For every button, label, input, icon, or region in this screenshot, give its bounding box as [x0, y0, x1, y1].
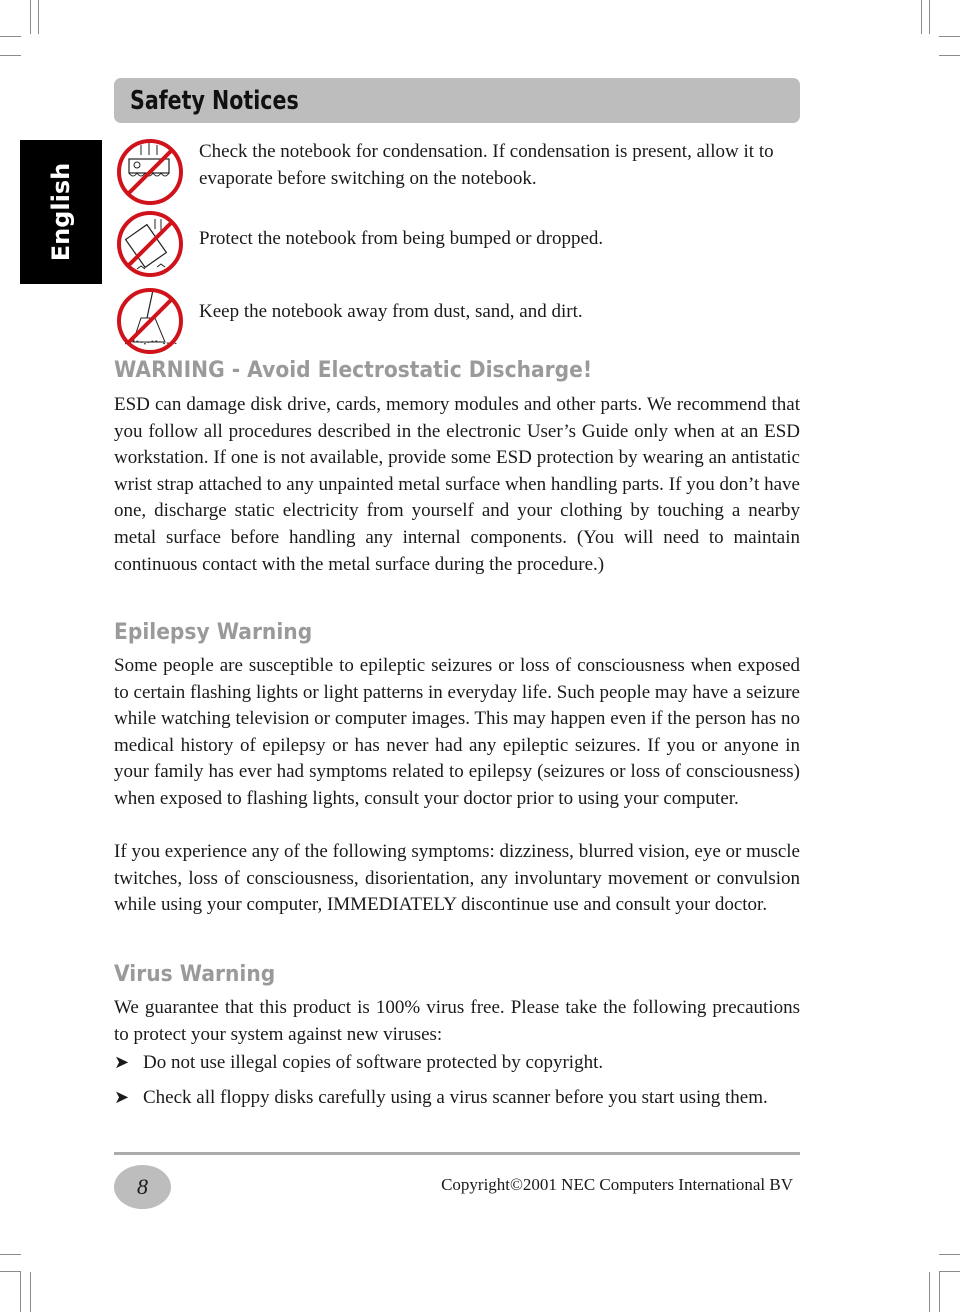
list-item: ➤ Do not use illegal copies of software … [114, 1049, 800, 1076]
bullet-text: Do not use illegal copies of software pr… [143, 1052, 604, 1073]
no-condensation-icon [117, 139, 183, 205]
esd-heading: WARNING - Avoid Electrostatic Discharge! [114, 358, 593, 383]
crop-mark [929, 1272, 930, 1312]
crop-mark [939, 1271, 960, 1272]
language-tab: English [20, 140, 102, 284]
epilepsy-paragraph-1: Some people are susceptible to epileptic… [114, 655, 800, 809]
crop-mark [939, 36, 960, 37]
crop-mark [30, 1272, 31, 1312]
epilepsy-paragraph-2: If you experience any of the following s… [114, 841, 800, 916]
crop-mark [929, 0, 930, 34]
page-number: 8 [114, 1165, 171, 1209]
notice-condensation: Check the notebook for condensation. If … [199, 141, 774, 189]
crop-mark [939, 1272, 940, 1312]
arrow-bullet-icon: ➤ [114, 1052, 130, 1072]
list-item: ➤ Check all floppy disks carefully using… [114, 1084, 800, 1111]
virus-heading: Virus Warning [114, 962, 276, 987]
bullet-text: Check all floppy disks carefully using a… [143, 1087, 768, 1108]
crop-mark [939, 55, 960, 56]
crop-mark [0, 1254, 21, 1255]
crop-mark [0, 36, 21, 37]
language-tab-label: English [47, 162, 75, 262]
no-dust-icon [117, 288, 183, 354]
crop-mark [0, 1271, 21, 1272]
footer-divider [114, 1152, 800, 1155]
notice-dust: Keep the notebook away from dust, sand, … [199, 301, 583, 322]
crop-mark [0, 55, 21, 56]
crop-mark [20, 1272, 21, 1312]
section-title-bar: Safety Notices [114, 78, 800, 123]
notice-bump-drop: Protect the notebook from being bumped o… [199, 228, 604, 249]
virus-intro: We guarantee that this product is 100% v… [114, 997, 800, 1045]
crop-mark [30, 0, 31, 34]
crop-mark [38, 0, 39, 34]
copyright-text: Copyright©2001 NEC Computers Internation… [441, 1175, 793, 1194]
arrow-bullet-icon: ➤ [114, 1087, 130, 1107]
page-title: Safety Notices [130, 86, 299, 116]
crop-mark [939, 1254, 960, 1255]
crop-mark [921, 0, 922, 34]
epilepsy-heading: Epilepsy Warning [114, 620, 313, 645]
esd-body: ESD can damage disk drive, cards, memory… [114, 394, 800, 575]
no-dropping-icon [117, 211, 183, 277]
